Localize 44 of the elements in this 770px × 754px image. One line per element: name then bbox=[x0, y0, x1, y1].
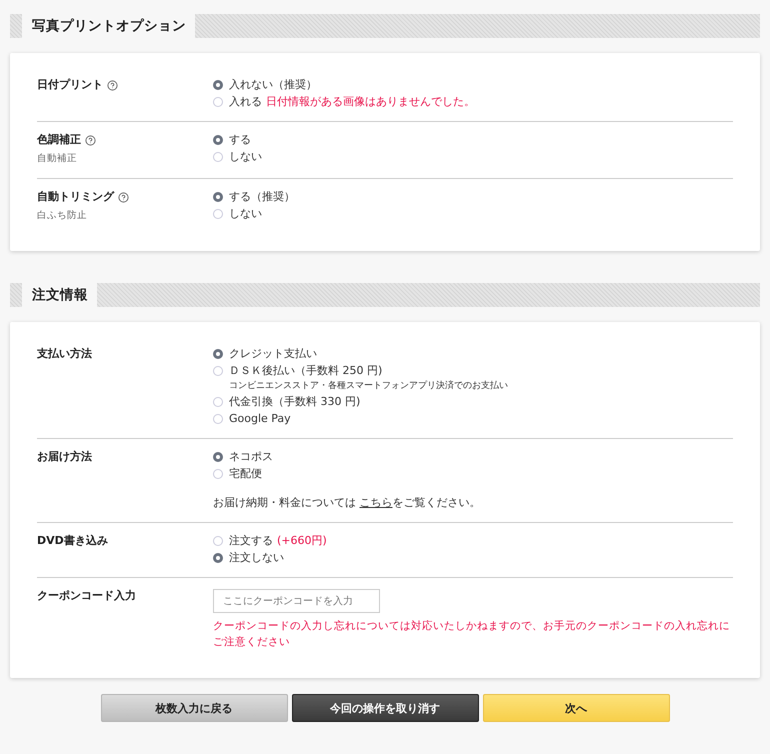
option-label[interactable]: しない bbox=[229, 150, 262, 164]
option-label[interactable]: Google Pay bbox=[229, 412, 291, 426]
coupon-input[interactable]: ここにクーポンコードを入力 bbox=[213, 589, 380, 613]
field-label: 自動トリミング bbox=[37, 190, 114, 204]
coupon-warning: クーポンコードの入力し忘れについては対応いたしかねますので、お手元のクーポンコードの入れ忘れにご注意ください bbox=[213, 619, 731, 650]
option-label[interactable]: しない bbox=[229, 207, 262, 221]
option-label[interactable]: する（推奨） bbox=[229, 190, 295, 204]
option-label[interactable]: 入れない（推奨） bbox=[229, 78, 317, 92]
cancel-button[interactable]: 今回の操作を取り消す bbox=[292, 694, 478, 722]
back-button[interactable]: 枚数入力に戻る bbox=[100, 694, 288, 722]
option-label[interactable]: 代金引換（手数料 330 円) bbox=[229, 395, 360, 409]
field-label: お届け方法 bbox=[37, 450, 92, 464]
field-sublabel: 自動補正 bbox=[37, 152, 78, 166]
option-label[interactable]: 注文しない bbox=[229, 551, 284, 565]
next-button[interactable]: 次へ bbox=[482, 694, 670, 722]
help-icon[interactable] bbox=[118, 192, 129, 202]
option-label[interactable]: する bbox=[229, 133, 251, 147]
option-label[interactable]: クレジット支払い bbox=[229, 347, 317, 361]
field-sublabel: 白ふち防止 bbox=[37, 209, 88, 223]
option-label[interactable]: 注文する bbox=[229, 534, 273, 548]
option-note: (+660円) bbox=[277, 534, 327, 548]
field-label: DVD書き込み bbox=[37, 534, 108, 548]
option-caption: コンビニエンスストア・各種スマートフォンアプリ決済でのお支払い bbox=[229, 381, 509, 392]
radio-button[interactable] bbox=[213, 80, 223, 90]
option-label[interactable]: 入れる bbox=[229, 95, 262, 109]
option-label[interactable]: ＤＳＫ後払い（手数料 250 円) bbox=[229, 364, 382, 378]
section-title: 写真プリントオプション bbox=[22, 14, 195, 38]
field-label: 支払い方法 bbox=[37, 347, 92, 361]
radio-button[interactable] bbox=[213, 135, 223, 145]
help-icon[interactable] bbox=[107, 80, 118, 90]
help-icon[interactable] bbox=[85, 134, 96, 146]
option-note: 日付情報がある画像はありませんでした。 bbox=[266, 95, 475, 109]
section-title: 注文情報 bbox=[22, 283, 97, 307]
radio-button[interactable] bbox=[213, 553, 223, 563]
info-link[interactable]: こちら bbox=[360, 496, 392, 509]
option-label[interactable]: ネコポス bbox=[229, 450, 273, 464]
option-label[interactable]: 宅配便 bbox=[229, 467, 262, 481]
radio-button[interactable] bbox=[213, 349, 223, 359]
delivery-info-text: お届け納期・料金については こちら をご覧ください。 bbox=[213, 496, 482, 510]
field-label: クーポンコード入力 bbox=[37, 589, 136, 603]
field-label: 日付プリント bbox=[37, 78, 103, 92]
radio-button[interactable] bbox=[213, 452, 223, 462]
radio-button[interactable] bbox=[213, 192, 223, 202]
field-label: 色調補正 bbox=[37, 133, 81, 147]
